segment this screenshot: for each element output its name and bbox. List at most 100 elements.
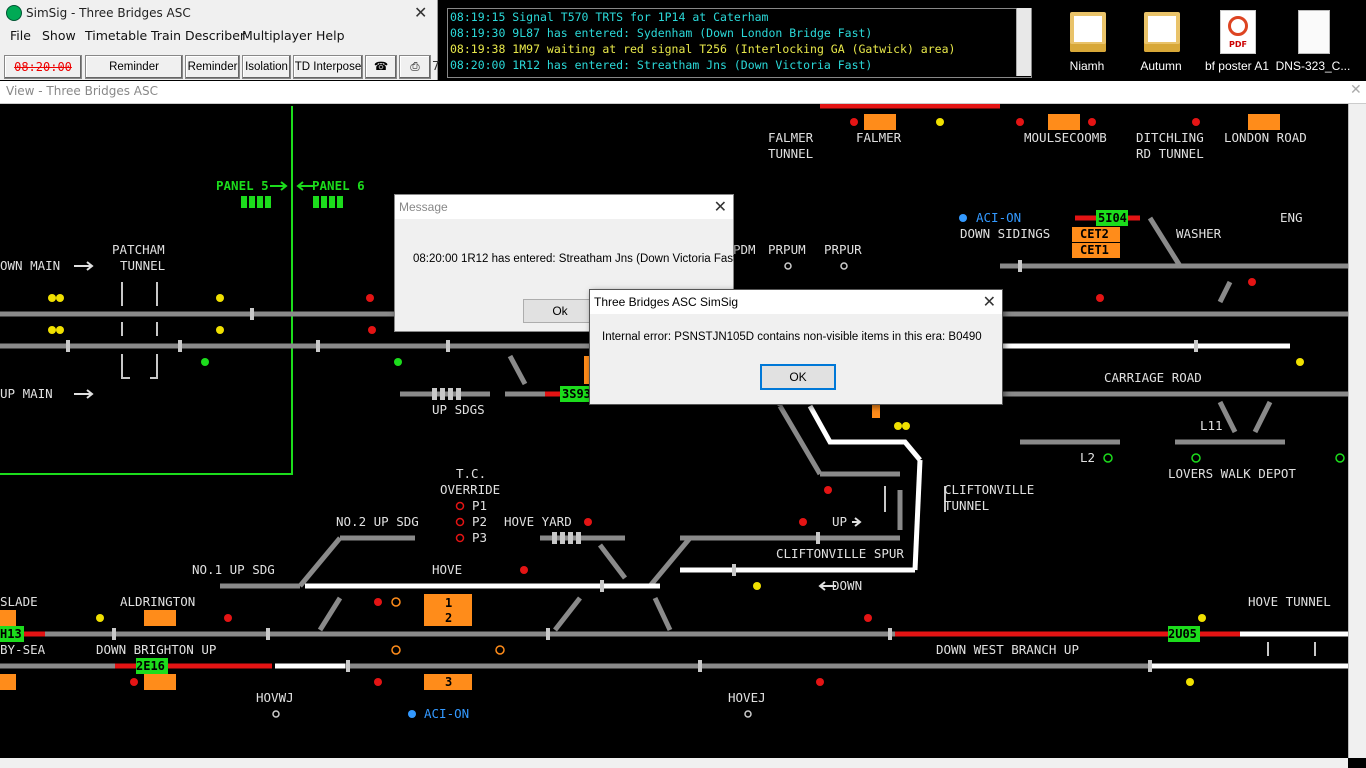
- berth-empty[interactable]: [144, 610, 176, 626]
- junction-indicator-icon: [272, 710, 280, 718]
- signal-yellow-icon[interactable]: [96, 614, 104, 622]
- signal-green-icon[interactable]: [394, 358, 402, 366]
- signal-green-icon[interactable]: [1335, 453, 1345, 463]
- desktop-icon-dns323[interactable]: DNS-323_C...: [1276, 8, 1350, 74]
- log-scrollbar[interactable]: [1016, 8, 1031, 76]
- menu-show[interactable]: Show: [42, 28, 76, 43]
- signal-orange-icon[interactable]: [495, 645, 505, 655]
- signal-yellow-icon[interactable]: [936, 118, 944, 126]
- message-log[interactable]: 08:19:15 Signal T570 TRTS for 1P14 at Ca…: [447, 8, 1032, 78]
- desktop-icon-niamh[interactable]: Niamh: [1050, 8, 1124, 74]
- signal-red-icon[interactable]: [374, 678, 382, 686]
- override-p3-icon[interactable]: [455, 533, 465, 543]
- signal-red-icon[interactable]: [520, 566, 528, 574]
- signal-red-icon[interactable]: [368, 326, 376, 334]
- signal-blue-icon: [959, 214, 967, 222]
- desktop-icon-autumn[interactable]: Autumn: [1124, 8, 1198, 74]
- menu-multiplayer[interactable]: Multiplayer: [242, 28, 312, 43]
- panel-boundary: [0, 106, 293, 475]
- berth-label: H13: [0, 627, 22, 641]
- junction-indicator-icon: [744, 710, 752, 718]
- signal-red-icon[interactable]: [1248, 278, 1256, 286]
- signal-orange-icon[interactable]: [391, 597, 401, 607]
- menu-file[interactable]: File: [10, 28, 31, 43]
- signal-red-icon[interactable]: [224, 614, 232, 622]
- reminder-button[interactable]: Reminder: [185, 55, 240, 79]
- signal-yellow-icon[interactable]: [56, 294, 64, 302]
- signal-yellow-icon[interactable]: [216, 326, 224, 334]
- signal-orange-icon[interactable]: [391, 645, 401, 655]
- label-p2: P2: [472, 514, 487, 529]
- override-p1-icon[interactable]: [455, 501, 465, 511]
- label-eng: ENG: [1280, 210, 1303, 225]
- td-interpose-button[interactable]: TD Interpose: [293, 55, 363, 79]
- berth-empty[interactable]: [0, 610, 16, 626]
- menu-help[interactable]: Help: [316, 28, 345, 43]
- signal-red-icon[interactable]: [824, 486, 832, 494]
- desktop-icon-bf-poster[interactable]: PDF bf poster A1: [1200, 8, 1274, 74]
- clock-button[interactable]: 08:20:00: [4, 55, 82, 79]
- pdf-icon: PDF: [1220, 10, 1256, 54]
- menu-timetable[interactable]: Timetable: [85, 28, 147, 43]
- reminder-override-button[interactable]: Reminder Override: [85, 55, 183, 95]
- close-icon[interactable]: ✕: [1350, 82, 1362, 98]
- signal-yellow-icon[interactable]: [48, 326, 56, 334]
- label-down-main: OWN MAIN: [0, 258, 60, 273]
- telephone-icon[interactable]: ☎: [365, 55, 397, 79]
- signal-yellow-icon[interactable]: [902, 422, 910, 430]
- horizontal-scrollbar[interactable]: [0, 758, 1348, 768]
- berth-label: 3: [445, 675, 452, 689]
- signal-red-icon[interactable]: [816, 678, 824, 686]
- isolation-button[interactable]: Isolation: [242, 55, 291, 79]
- vertical-scrollbar[interactable]: [1348, 104, 1366, 758]
- label-l2: L2: [1080, 450, 1095, 465]
- berth-empty[interactable]: [1048, 114, 1080, 130]
- signal-red-icon[interactable]: [1088, 118, 1096, 126]
- log-line: 08:19:30 9L87 has entered: Sydenham (Dow…: [450, 26, 873, 40]
- berth-empty[interactable]: [872, 404, 880, 418]
- signal-red-icon[interactable]: [1192, 118, 1200, 126]
- signal-green-icon[interactable]: [1103, 453, 1113, 463]
- signal-red-icon[interactable]: [374, 598, 382, 606]
- printer-icon[interactable]: ⎙: [399, 55, 431, 79]
- signal-yellow-icon[interactable]: [1296, 358, 1304, 366]
- signal-red-icon[interactable]: [1096, 294, 1104, 302]
- signal-yellow-icon[interactable]: [1198, 614, 1206, 622]
- label-patcham: TUNNEL: [120, 258, 165, 273]
- message-dialog-text: 08:20:00 1R12 has entered: Streatham Jns…: [413, 253, 741, 265]
- close-icon[interactable]: ✕: [983, 292, 996, 312]
- label-hove: HOVE: [432, 562, 462, 577]
- signal-yellow-icon[interactable]: [216, 294, 224, 302]
- label-prpur: PRPUR: [824, 242, 862, 257]
- berth-label: 5I04: [1098, 211, 1127, 225]
- error-ok-button[interactable]: OK: [760, 364, 836, 390]
- toolbar: 08:20:00 Reminder Override Reminder Isol…: [0, 55, 440, 95]
- close-icon[interactable]: ✕: [714, 197, 727, 217]
- signal-yellow-icon[interactable]: [894, 422, 902, 430]
- signal-yellow-icon[interactable]: [48, 294, 56, 302]
- label-hovwj: HOVWJ: [256, 690, 294, 705]
- signal-red-icon[interactable]: [799, 518, 807, 526]
- log-line: 08:20:00 1R12 has entered: Streatham Jns…: [450, 58, 873, 72]
- message-ok-button[interactable]: Ok: [523, 299, 597, 323]
- signal-red-icon[interactable]: [366, 294, 374, 302]
- signal-yellow-icon[interactable]: [753, 582, 761, 590]
- signal-red-icon[interactable]: [1016, 118, 1024, 126]
- berth-empty[interactable]: [864, 114, 896, 130]
- menu-train-describer[interactable]: Train Describer: [151, 28, 245, 43]
- signal-green-icon[interactable]: [1191, 453, 1201, 463]
- signal-red-icon[interactable]: [850, 118, 858, 126]
- berth-empty[interactable]: [144, 674, 176, 690]
- signal-red-icon[interactable]: [130, 678, 138, 686]
- close-icon[interactable]: ✕: [414, 3, 427, 22]
- berth-empty[interactable]: [1248, 114, 1280, 130]
- berth-empty[interactable]: [0, 674, 16, 690]
- signal-yellow-icon[interactable]: [56, 326, 64, 334]
- override-p2-icon[interactable]: [455, 517, 465, 527]
- signal-yellow-icon[interactable]: [1186, 678, 1194, 686]
- label-washer: WASHER: [1176, 226, 1222, 241]
- signal-green-icon[interactable]: [201, 358, 209, 366]
- signal-red-icon[interactable]: [864, 614, 872, 622]
- signal-red-icon[interactable]: [584, 518, 592, 526]
- label-p1: P1: [472, 498, 487, 513]
